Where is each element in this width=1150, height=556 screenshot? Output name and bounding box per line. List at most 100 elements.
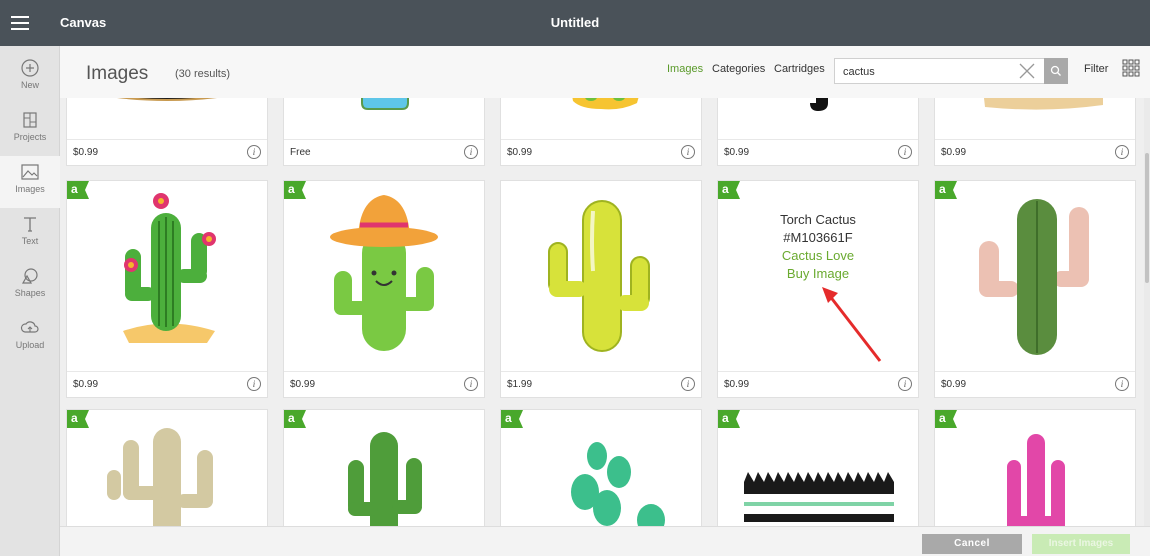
image-card[interactable]: $0.99 i (500, 98, 702, 166)
card-footer: $0.99 i (718, 371, 918, 397)
image-grid: $0.99 i Free i $0.99 i $0.99 i $0.99 i a… (60, 98, 1144, 526)
sidebar-item-text[interactable]: Text (0, 208, 60, 260)
info-icon[interactable]: i (247, 145, 261, 159)
cancel-button[interactable]: Cancel (922, 534, 1022, 554)
projects-icon (23, 112, 37, 128)
image-card[interactable]: Free i (283, 98, 485, 166)
image-thumbnail (123, 193, 216, 343)
images-header: Images (30 results) Images Categories Ca… (60, 46, 1150, 98)
image-thumbnail (571, 442, 665, 526)
price: $0.99 (507, 147, 533, 158)
image-card[interactable]: a (934, 409, 1136, 526)
image-thumbnail (984, 98, 1103, 110)
sidebar-item-label: Text (21, 236, 39, 246)
image-thumbnail (348, 432, 422, 526)
price: $0.99 (941, 379, 967, 390)
image-thumbnail (979, 199, 1089, 355)
grid-view-icon[interactable] (1122, 59, 1140, 77)
image-card[interactable]: a $0.99 i (934, 180, 1136, 398)
red-arrow-annotation (822, 287, 882, 362)
sidebar-item-projects[interactable]: Projects (0, 104, 60, 156)
badge-letter: a (722, 182, 729, 196)
text-icon (24, 217, 36, 232)
search-button[interactable] (1044, 58, 1068, 84)
image-card[interactable]: $1.99 i (500, 180, 702, 398)
image-thumbnail (116, 98, 218, 101)
image-thumbnail (744, 472, 894, 522)
image-card[interactable]: $0.99 i (66, 98, 268, 166)
clear-search-icon[interactable] (1018, 62, 1036, 80)
info-icon[interactable]: i (1115, 377, 1129, 391)
image-card-hovered[interactable]: a Torch Cactus #M103661F Cactus Love Buy… (717, 180, 919, 398)
page-title: Images (86, 63, 149, 84)
image-id: #M103661F (783, 230, 853, 245)
price: $0.99 (724, 379, 750, 390)
card-footer: $0.99 i (67, 371, 267, 397)
tab-images[interactable]: Images (667, 63, 703, 75)
sidebar-item-upload[interactable]: Upload (0, 312, 60, 364)
card-footer: $0.99 i (935, 371, 1135, 397)
search-icon (1050, 65, 1061, 76)
price: $0.99 (290, 379, 316, 390)
card-footer: $1.99 i (501, 371, 701, 397)
price: Free (290, 147, 311, 158)
bottom-action-bar: Cancel Insert Images (60, 526, 1150, 556)
sidebar-item-new[interactable]: New (0, 52, 60, 104)
image-card[interactable]: a $0.99 i (66, 180, 268, 398)
cartridge-link[interactable]: Cactus Love (718, 247, 918, 265)
price: $0.99 (941, 147, 967, 158)
info-icon[interactable]: i (464, 145, 478, 159)
info-icon[interactable]: i (247, 377, 261, 391)
shapes-icon (21, 268, 38, 284)
image-thumbnail (330, 195, 438, 351)
sidebar-item-label: Shapes (14, 288, 46, 298)
upload-icon (20, 321, 39, 333)
price: $0.99 (73, 147, 99, 158)
tab-categories[interactable]: Categories (712, 63, 765, 75)
image-card[interactable]: $0.99 i (934, 98, 1136, 166)
card-footer: $0.99 i (718, 139, 918, 165)
image-card[interactable]: a $0.99 i (283, 180, 485, 398)
price: $0.99 (73, 379, 99, 390)
image-card[interactable]: a (717, 409, 919, 526)
sidebar-item-images[interactable]: Images (0, 156, 60, 208)
card-footer: $0.99 i (284, 371, 484, 397)
card-footer: Free i (284, 139, 484, 165)
insert-images-button[interactable]: Insert Images (1032, 534, 1130, 554)
card-footer: $0.99 i (501, 139, 701, 165)
sidebar-item-shapes[interactable]: Shapes (0, 260, 60, 312)
price: $1.99 (507, 379, 533, 390)
image-name: Torch Cactus (780, 212, 856, 227)
info-icon[interactable]: i (898, 377, 912, 391)
image-thumbnail (572, 98, 639, 110)
image-card[interactable]: a (66, 409, 268, 526)
image-icon (21, 164, 39, 180)
buy-image-link[interactable]: Buy Image (718, 265, 918, 283)
sidebar-item-label: Upload (15, 340, 45, 350)
info-icon[interactable]: i (898, 145, 912, 159)
filter-button[interactable]: Filter (1084, 63, 1108, 75)
image-thumbnail (1007, 434, 1065, 526)
card-footer: $0.99 i (67, 139, 267, 165)
image-card[interactable]: a (500, 409, 702, 526)
info-icon[interactable]: i (681, 377, 695, 391)
search-box (834, 58, 1046, 84)
info-icon[interactable]: i (464, 377, 478, 391)
sidebar: New Projects Images Text Shapes Upload (0, 46, 60, 556)
image-thumbnail (548, 200, 650, 352)
results-count: (30 results) (175, 68, 231, 80)
image-card[interactable]: a (283, 409, 485, 526)
card-footer: $0.99 i (935, 139, 1135, 165)
sidebar-item-label: New (20, 80, 39, 90)
info-icon[interactable]: i (1115, 145, 1129, 159)
grid-scrollbar[interactable] (1144, 98, 1150, 526)
sidebar-item-label: Projects (13, 132, 47, 142)
plus-circle-icon (21, 59, 39, 77)
search-input[interactable] (843, 63, 1013, 81)
image-card[interactable]: $0.99 i (717, 98, 919, 166)
info-icon[interactable]: i (681, 145, 695, 159)
scrollbar-thumb[interactable] (1145, 153, 1149, 283)
tab-cartridges[interactable]: Cartridges (774, 63, 825, 75)
top-bar: Canvas Untitled (0, 0, 1150, 46)
image-thumbnail (107, 428, 213, 526)
